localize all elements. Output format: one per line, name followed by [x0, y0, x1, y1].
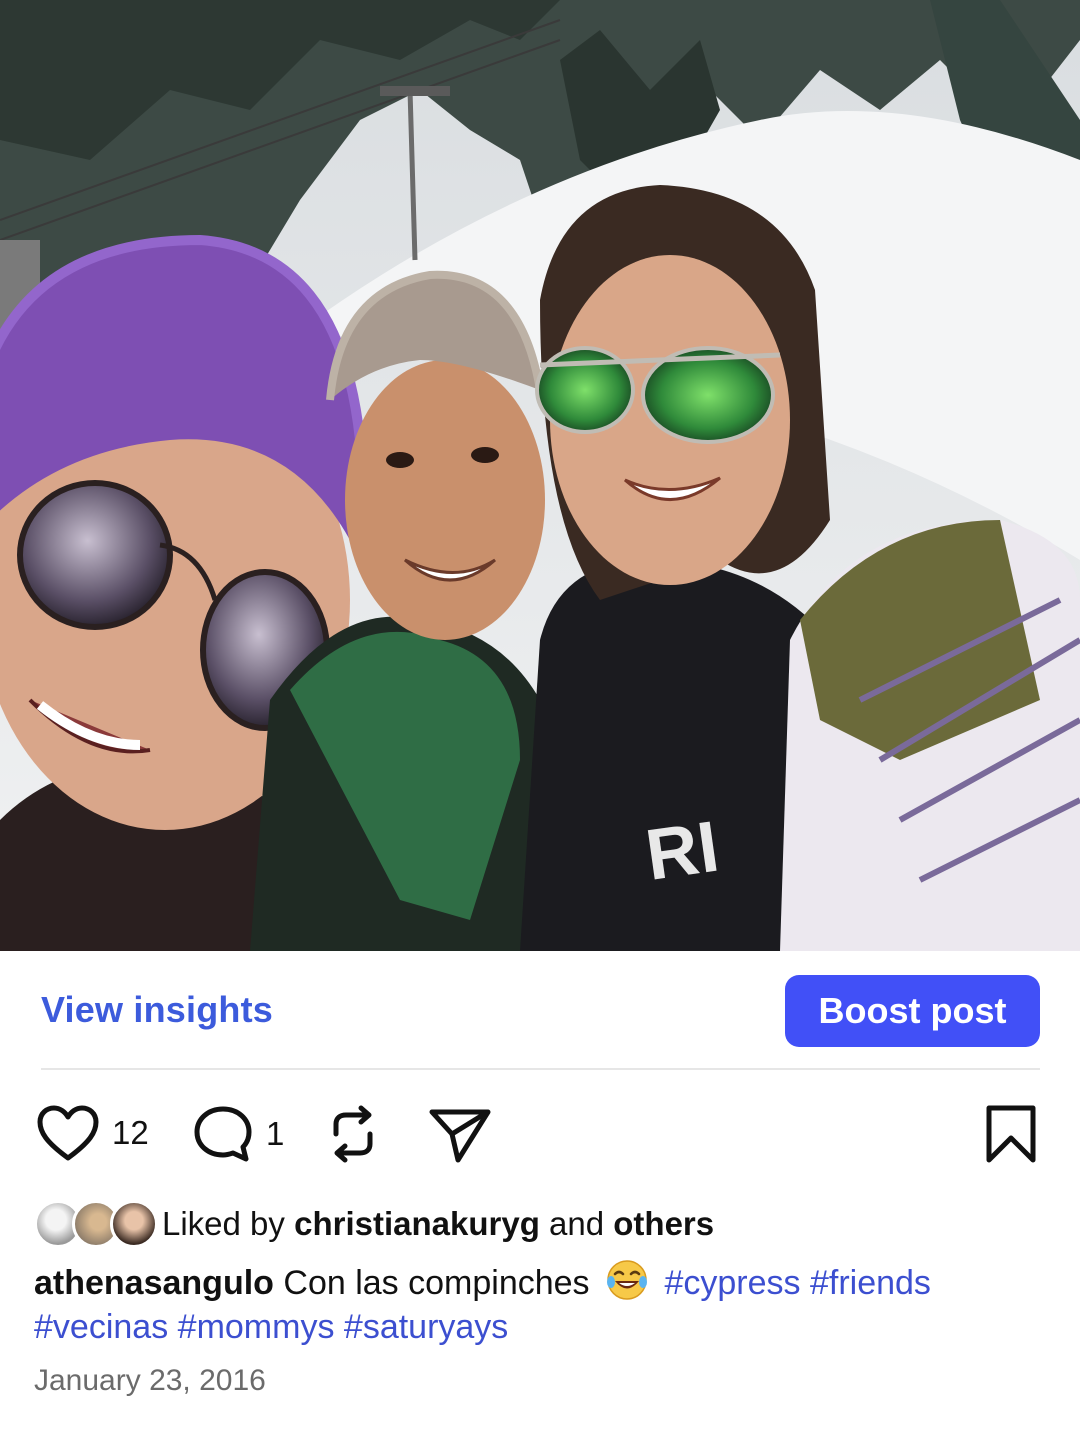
paper-plane-icon — [429, 1109, 491, 1163]
divider — [41, 1068, 1040, 1070]
like-count: 12 — [112, 1114, 149, 1151]
avatar — [110, 1200, 158, 1248]
save-button[interactable] — [984, 1104, 1038, 1164]
like-button[interactable]: 12 — [36, 1104, 149, 1162]
bookmark-icon — [986, 1105, 1036, 1163]
hashtag[interactable]: #mommys — [178, 1308, 335, 1346]
svg-text:RI: RI — [641, 807, 723, 896]
liked-by-middle: and — [549, 1205, 605, 1242]
hashtag[interactable]: #cypress — [664, 1264, 800, 1302]
hashtag[interactable]: #friends — [810, 1264, 931, 1302]
repost-button[interactable] — [326, 1104, 380, 1164]
action-bar: 12 1 — [0, 1090, 1080, 1180]
share-button[interactable] — [428, 1104, 492, 1164]
liker-avatars — [34, 1198, 158, 1250]
post-photo[interactable]: RI — [0, 0, 1080, 951]
liked-by-user[interactable]: christianakuryg — [294, 1205, 540, 1242]
liked-by-row[interactable]: Liked by christianakuryg and others — [34, 1196, 1044, 1252]
comment-bubble-icon — [194, 1106, 252, 1162]
repost-icon — [333, 1105, 373, 1163]
boost-post-button[interactable]: Boost post — [785, 975, 1040, 1047]
heart-icon — [37, 1105, 99, 1161]
hashtag[interactable]: #saturyays — [344, 1308, 508, 1346]
hashtag[interactable]: #vecinas — [34, 1308, 168, 1346]
selfie-illustration: RI — [0, 0, 1080, 951]
post-caption: athenasangulo Con las compinches #cypres… — [34, 1258, 1054, 1349]
comment-count: 1 — [266, 1115, 285, 1152]
caption-username[interactable]: athenasangulo — [34, 1264, 274, 1302]
view-insights-link[interactable]: View insights — [41, 989, 273, 1031]
post-date: January 23, 2016 — [34, 1364, 266, 1397]
liked-by-others[interactable]: others — [613, 1205, 714, 1242]
comment-button[interactable]: 1 — [192, 1104, 284, 1164]
laughing-tears-emoji-icon — [607, 1260, 647, 1300]
caption-text: Con las compinches — [283, 1264, 590, 1302]
insights-row: View insights Boost post — [0, 951, 1080, 1069]
liked-by-prefix: Liked by — [162, 1205, 285, 1242]
liked-by-text: Liked by christianakuryg and others — [162, 1205, 714, 1243]
